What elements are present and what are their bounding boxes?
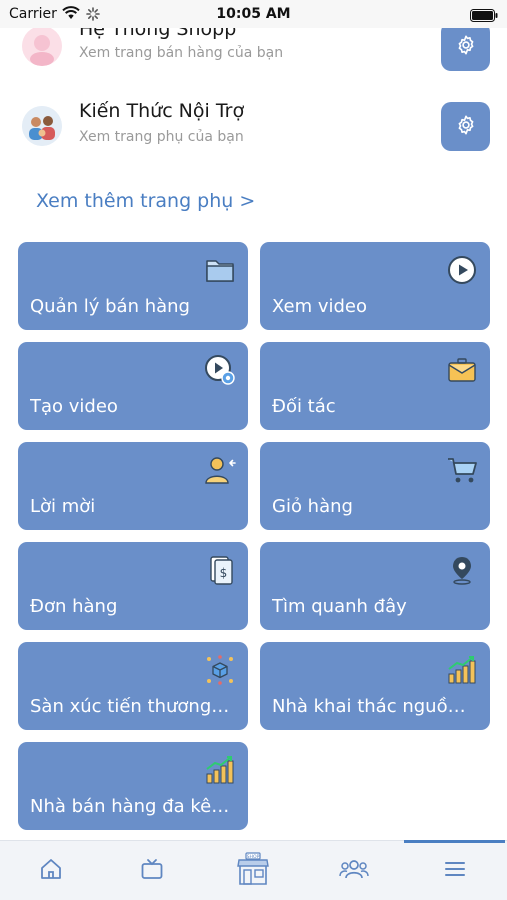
gear-icon: [455, 114, 477, 140]
tile-trade-promotion[interactable]: Sàn xúc tiến thương mại: [18, 642, 248, 730]
tab-bar: SHOP: [0, 840, 507, 900]
tile-create-video[interactable]: Tạo video: [18, 342, 248, 430]
clock: 10:05 AM: [216, 6, 291, 22]
status-bar: Carrier 10:05 AM: [0, 0, 507, 28]
page-name: Kiến Thức Nội Trợ: [79, 100, 245, 122]
tile-label: Nhà khai thác nguồn hàng: [272, 696, 476, 717]
tile-multichannel-seller[interactable]: Nhà bán hàng đa kênh: [18, 742, 248, 830]
tile-orders[interactable]: $ Đơn hàng: [18, 542, 248, 630]
friends-icon: [338, 857, 369, 885]
tile-label: Đối tác: [272, 396, 336, 417]
tile-label: Giỏ hàng: [272, 496, 353, 517]
tile-sales-management[interactable]: Quản lý bán hàng: [18, 242, 248, 330]
gear-icon: [455, 34, 477, 60]
page-settings-button[interactable]: [441, 102, 490, 151]
shop-badge-text: SHOP: [246, 854, 259, 860]
tab-tv[interactable]: [101, 841, 202, 900]
page-row-main-shop[interactable]: Hệ Thống Shopp Xem trang bán hàng của bạ…: [0, 28, 507, 88]
box-network-icon: [204, 654, 236, 686]
create-video-icon: [204, 354, 236, 386]
play-icon: [446, 254, 478, 286]
briefcase-icon: [446, 354, 478, 386]
tile-label: Đơn hàng: [30, 596, 118, 617]
content-area[interactable]: Hệ Thống Shopp Xem trang bán hàng của bạ…: [0, 28, 507, 840]
growth-chart-icon: [204, 754, 236, 786]
add-user-icon: [204, 454, 236, 486]
menu-icon: [443, 857, 467, 885]
tab-shop[interactable]: SHOP: [202, 841, 303, 900]
svg-text:$: $: [220, 566, 228, 580]
folder-icon: [204, 254, 236, 286]
page-subtitle: Xem trang phụ của bạn: [79, 129, 244, 145]
tile-label: Nhà bán hàng đa kênh: [30, 796, 234, 817]
tile-invitations[interactable]: Lời mời: [18, 442, 248, 530]
tile-label: Lời mời: [30, 496, 96, 517]
tile-cart[interactable]: Giỏ hàng: [260, 442, 490, 530]
tile-label: Tạo video: [30, 396, 118, 417]
tab-home[interactable]: [0, 841, 101, 900]
more-pages-link[interactable]: Xem thêm trang phụ >: [36, 190, 255, 212]
location-icon: [446, 554, 478, 586]
page-settings-button[interactable]: [441, 28, 490, 71]
tile-sourcing-operators[interactable]: Nhà khai thác nguồn hàng: [260, 642, 490, 730]
growth-chart-icon: [446, 654, 478, 686]
tile-label: Xem video: [272, 296, 368, 317]
tile-label: Tìm quanh đây: [272, 596, 407, 617]
tab-friends[interactable]: [303, 841, 404, 900]
page-subtitle: Xem trang bán hàng của bạn: [79, 45, 284, 61]
people-avatar-icon: [22, 106, 62, 146]
tile-label: Sàn xúc tiến thương mại: [30, 696, 234, 717]
tile-nearby[interactable]: Tìm quanh đây: [260, 542, 490, 630]
invoice-icon: $: [204, 554, 236, 586]
tile-partners[interactable]: Đối tác: [260, 342, 490, 430]
shop-icon: SHOP: [235, 851, 271, 891]
home-icon: [39, 857, 63, 885]
tile-label: Quản lý bán hàng: [30, 296, 190, 317]
pink-avatar-icon: [22, 28, 62, 66]
tv-icon: [140, 857, 164, 885]
tile-watch-video[interactable]: Xem video: [260, 242, 490, 330]
page-row-sub-page[interactable]: Kiến Thức Nội Trợ Xem trang phụ của bạn: [0, 98, 507, 168]
battery-icon: [470, 7, 498, 26]
cart-icon: [446, 454, 478, 486]
tab-menu[interactable]: [404, 840, 505, 900]
page-name: Hệ Thống Shopp: [79, 28, 237, 40]
